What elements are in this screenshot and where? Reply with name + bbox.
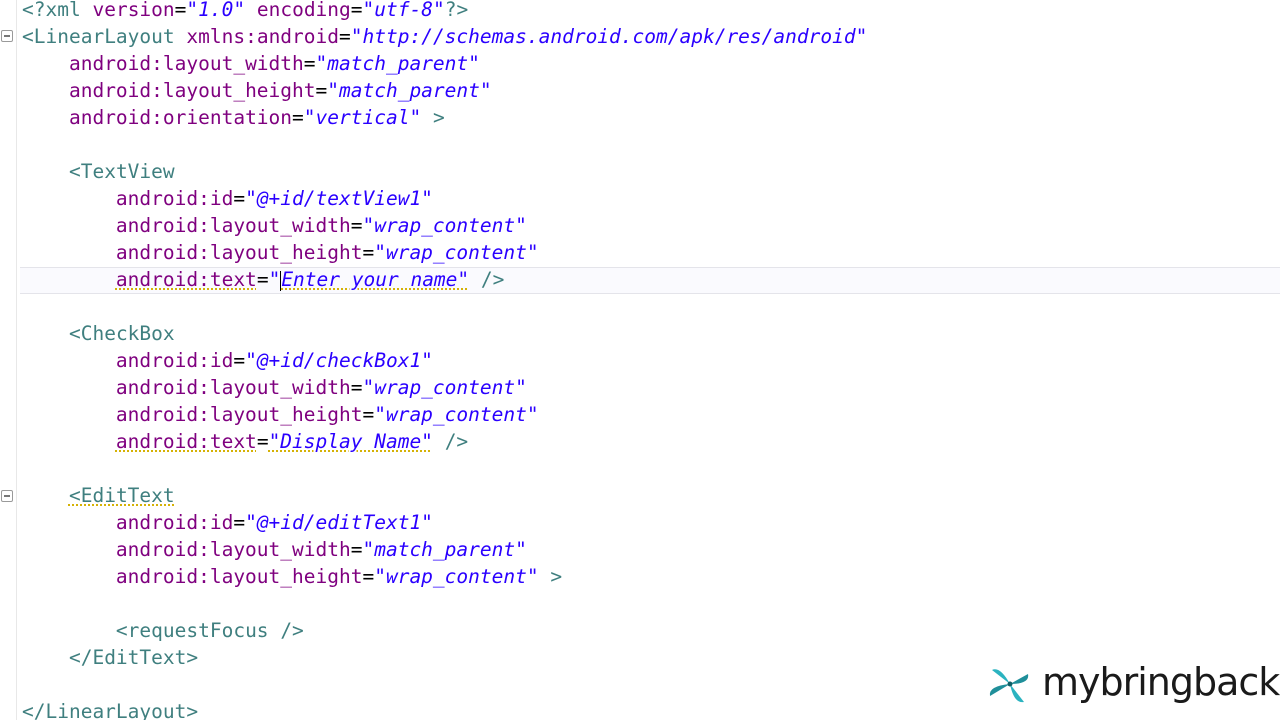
tag-open-bracket: < bbox=[115, 619, 128, 642]
code-line-8[interactable]: android:id="@+id/textView1" bbox=[22, 185, 433, 212]
fold-collapse-icon[interactable] bbox=[1, 490, 13, 502]
tag-name-warning: EditText bbox=[80, 484, 175, 507]
attr-value: "wrap_content" bbox=[362, 376, 527, 399]
tag-name: LinearLayout bbox=[33, 25, 175, 48]
attr-value: "vertical" bbox=[303, 106, 422, 129]
attr-value-warning: Enter your name" bbox=[281, 268, 470, 291]
code-line-17[interactable]: android:text="Display Name" /> bbox=[22, 428, 468, 455]
code-line-3[interactable]: android:layout_width="match_parent" bbox=[22, 50, 480, 77]
gutter-divider bbox=[16, 0, 17, 720]
attr-name: android:layout_width bbox=[115, 214, 351, 237]
attr-value: "match_parent" bbox=[315, 52, 480, 75]
attr-value: "wrap_content" bbox=[362, 214, 527, 237]
tag-close-bracket: > bbox=[186, 700, 199, 720]
tag-name: LinearLayout bbox=[45, 700, 187, 720]
code-line-1[interactable]: <?xml version="1.0" encoding="utf-8"?> bbox=[22, 0, 468, 23]
code-line-2[interactable]: <LinearLayout xmlns:android="http://sche… bbox=[22, 23, 867, 50]
tag-name: CheckBox bbox=[80, 322, 175, 345]
code-line-20[interactable]: android:id="@+id/editText1" bbox=[22, 509, 433, 536]
code-line-10[interactable]: android:layout_height="wrap_content" bbox=[22, 239, 539, 266]
tag-open-bracket: < bbox=[68, 322, 81, 345]
tag-open-bracket: < bbox=[68, 484, 81, 507]
attr-name: android:orientation bbox=[68, 106, 293, 129]
attr-name: android:layout_height bbox=[115, 241, 363, 264]
code-line-25[interactable]: </EditText> bbox=[22, 644, 198, 671]
code-line-13[interactable]: <CheckBox bbox=[22, 320, 175, 347]
attr-name: encoding bbox=[256, 0, 351, 21]
code-line-15[interactable]: android:layout_width="wrap_content" bbox=[22, 374, 527, 401]
attr-value: "wrap_content" bbox=[374, 565, 539, 588]
tag-self-close: /> bbox=[444, 430, 469, 453]
attr-name: android:id bbox=[115, 511, 234, 534]
fold-collapse-icon[interactable] bbox=[1, 30, 13, 42]
watermark-text: mybringback bbox=[1042, 660, 1280, 704]
tag-close-bracket: > bbox=[186, 646, 199, 669]
attr-name: android:layout_width bbox=[115, 376, 351, 399]
code-line-21[interactable]: android:layout_width="match_parent" bbox=[22, 536, 527, 563]
attr-value: "@+id/textView1" bbox=[245, 187, 433, 210]
attr-value: "match_parent" bbox=[327, 79, 492, 102]
tag-self-close: /> bbox=[480, 268, 505, 291]
attr-value: "wrap_content" bbox=[374, 403, 539, 426]
code-line-11[interactable]: android:text="Enter your name" /> bbox=[22, 266, 504, 293]
tag-name: TextView bbox=[80, 160, 175, 183]
attr-name: android:id bbox=[115, 349, 234, 372]
code-line-27[interactable]: </LinearLayout> bbox=[22, 698, 198, 720]
pi-name: xml bbox=[45, 0, 81, 21]
attr-value: "http://schemas.android.com/apk/res/andr… bbox=[350, 25, 868, 48]
attr-name: android:layout_height bbox=[68, 79, 316, 102]
pi-close: ?> bbox=[444, 0, 469, 21]
editor-gutter bbox=[0, 0, 17, 720]
attr-value: "utf-8" bbox=[362, 0, 445, 21]
code-line-5[interactable]: android:orientation="vertical" > bbox=[22, 104, 445, 131]
tag-open-bracket: < bbox=[68, 160, 81, 183]
code-line-24[interactable]: <requestFocus /> bbox=[22, 617, 304, 644]
code-line-7[interactable]: <TextView bbox=[22, 158, 175, 185]
attr-value-warning: "Display Name" bbox=[268, 430, 433, 453]
attr-name: xmlns:android bbox=[186, 25, 340, 48]
tag-close-bracket: > bbox=[550, 565, 563, 588]
attr-value: "1.0" bbox=[186, 0, 246, 21]
attr-value: "@+id/editText1" bbox=[245, 511, 433, 534]
attr-name: version bbox=[92, 0, 175, 21]
mybringback-watermark: mybringback bbox=[986, 660, 1280, 710]
code-line-9[interactable]: android:layout_width="wrap_content" bbox=[22, 212, 527, 239]
tag-close-bracket: > bbox=[432, 106, 445, 129]
code-line-4[interactable]: android:layout_height="match_parent" bbox=[22, 77, 492, 104]
tag-name: EditText bbox=[92, 646, 187, 669]
code-line-14[interactable]: android:id="@+id/checkBox1" bbox=[22, 347, 433, 374]
attr-name-warning: android:text bbox=[115, 268, 257, 291]
code-line-22[interactable]: android:layout_height="wrap_content" > bbox=[22, 563, 562, 590]
attr-value: "wrap_content" bbox=[374, 241, 539, 264]
attr-name: android:id bbox=[115, 187, 234, 210]
pinwheel-logo-icon bbox=[989, 669, 1029, 703]
code-line-16[interactable]: android:layout_height="wrap_content" bbox=[22, 401, 539, 428]
tag-self-close: /> bbox=[280, 619, 304, 642]
attr-value: "match_parent" bbox=[362, 538, 527, 561]
attr-value: "@+id/checkBox1" bbox=[245, 349, 433, 372]
tag-open-bracket: < bbox=[22, 25, 34, 48]
attr-value-quote: " bbox=[268, 268, 281, 291]
attr-name: android:layout_width bbox=[68, 52, 304, 75]
attr-name-warning: android:text bbox=[115, 430, 257, 453]
attr-name: android:layout_width bbox=[115, 538, 351, 561]
tag-end-open: </ bbox=[22, 700, 46, 720]
tag-name: requestFocus bbox=[127, 619, 269, 642]
code-line-19[interactable]: <EditText bbox=[22, 482, 175, 509]
tag-end-open: </ bbox=[68, 646, 93, 669]
attr-name: android:layout_height bbox=[115, 403, 363, 426]
pi-open: <? bbox=[22, 0, 46, 21]
attr-name: android:layout_height bbox=[115, 565, 363, 588]
xml-code-editor[interactable]: <?xml version="1.0" encoding="utf-8"?> <… bbox=[0, 0, 1280, 720]
